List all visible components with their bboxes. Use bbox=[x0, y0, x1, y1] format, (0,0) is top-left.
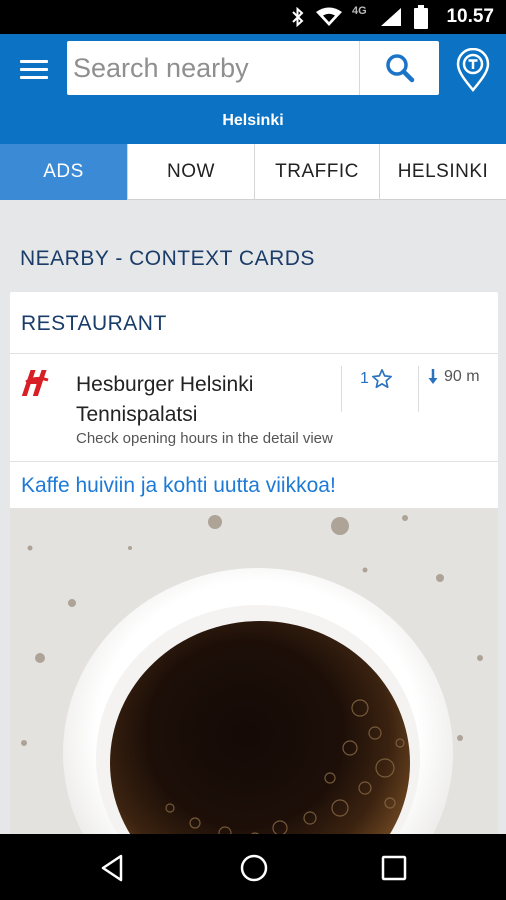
signal-icon bbox=[381, 8, 401, 26]
context-card: RESTAURANT Hesburger Helsinki Tennispala… bbox=[10, 292, 498, 852]
card-category: RESTAURANT bbox=[21, 312, 167, 335]
network-type-label: 4G bbox=[352, 5, 367, 17]
back-button[interactable] bbox=[97, 852, 129, 884]
status-bar: 4G 10.57 bbox=[0, 0, 506, 34]
rating-button[interactable]: 1 bbox=[360, 368, 393, 390]
recents-button[interactable] bbox=[378, 852, 410, 884]
back-icon bbox=[101, 854, 123, 882]
menu-icon-bar bbox=[20, 68, 48, 71]
current-city-label: Helsinki bbox=[222, 112, 284, 129]
distance-value: 90 m bbox=[444, 368, 480, 385]
arrow-down-icon bbox=[428, 369, 438, 384]
place-name: Hesburger Helsinki Tennispalatsi bbox=[76, 373, 254, 426]
tab-traffic[interactable]: TRAFFIC bbox=[255, 144, 380, 200]
ad-headline-link[interactable]: Kaffe huiviin ja kohti uutta viikkoa! bbox=[21, 474, 336, 498]
section-title: NEARBY - CONTEXT CARDS bbox=[20, 247, 315, 270]
recents-icon bbox=[381, 855, 407, 881]
battery-icon bbox=[414, 5, 428, 29]
search-input[interactable] bbox=[67, 41, 359, 95]
home-button[interactable] bbox=[238, 852, 270, 884]
distance: 90 m bbox=[428, 368, 480, 386]
wifi-icon bbox=[316, 7, 342, 26]
home-icon bbox=[240, 854, 268, 882]
divider bbox=[418, 366, 419, 412]
coffee-cup-photo[interactable] bbox=[10, 508, 498, 852]
tab-bar: ADS NOW TRAFFIC HELSINKI bbox=[0, 144, 506, 200]
tab-helsinki[interactable]: HELSINKI bbox=[380, 144, 506, 200]
menu-icon-bar bbox=[20, 60, 48, 63]
tab-now[interactable]: NOW bbox=[128, 144, 255, 200]
system-nav-bar bbox=[0, 834, 506, 900]
menu-icon-bar bbox=[20, 76, 48, 79]
app-bar: Helsinki bbox=[0, 34, 506, 144]
search-button[interactable] bbox=[360, 41, 439, 95]
place-row[interactable]: Hesburger Helsinki Tennispalatsi Check o… bbox=[10, 354, 498, 462]
divider bbox=[341, 366, 342, 412]
star-icon bbox=[371, 369, 392, 389]
map-pin-logo-icon bbox=[456, 47, 490, 92]
tab-ads[interactable]: ADS bbox=[0, 144, 128, 200]
rating-count: 1 bbox=[360, 370, 369, 387]
search-icon bbox=[385, 54, 414, 83]
place-note: Check opening hours in the detail view bbox=[76, 430, 333, 447]
status-time: 10.57 bbox=[446, 6, 494, 27]
hesburger-logo-icon bbox=[22, 370, 49, 396]
card-header: RESTAURANT bbox=[10, 292, 498, 354]
search-box bbox=[67, 41, 439, 95]
coffee-cup-illustration bbox=[10, 508, 498, 852]
menu-button[interactable] bbox=[20, 56, 48, 82]
bluetooth-icon bbox=[292, 7, 304, 27]
location-logo-button[interactable] bbox=[455, 47, 491, 92]
